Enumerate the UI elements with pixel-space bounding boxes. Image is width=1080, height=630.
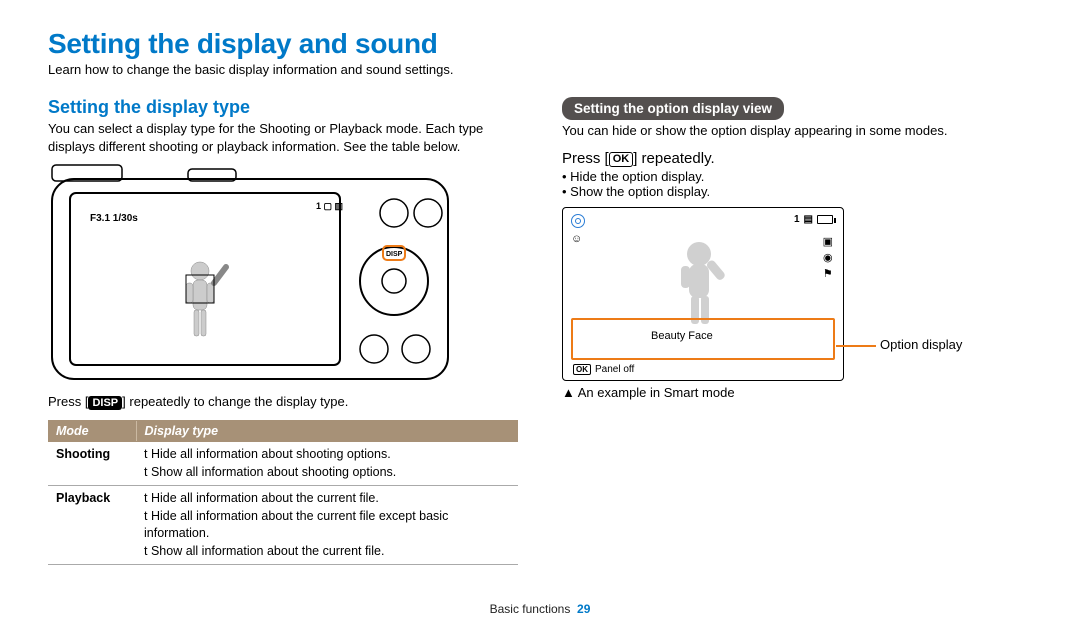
list-item: Hide the option display. [562,169,1032,184]
caption-prefix: Press [ [48,394,88,409]
smile-icon: ☺ [571,233,582,245]
option-view-desc: You can hide or show the option display … [562,122,1032,140]
right-column: Setting the option display view You can … [562,97,1032,565]
exposure-readout: F3.1 1/30s [90,213,138,224]
ok-bullets: Hide the option display. Show the option… [562,169,1032,199]
top-left-icons: ☺ [571,214,585,246]
top-right-icons: 1 ▤ [794,214,833,225]
table-row: Playback t Hide all information about th… [48,486,518,565]
subhead-display-type: Setting the display type [48,97,518,118]
panel-off-row: OK Panel off [573,364,634,375]
cell-text: Hide all information about shooting opti… [151,447,391,461]
page-title: Setting the display and sound [48,28,1032,60]
footer-page-number: 29 [577,602,590,616]
option-display-callout: Option display [880,337,962,352]
page-lead: Learn how to change the basic display in… [48,62,1032,77]
th-display-type: Display type [136,421,518,442]
table-row: Shooting t Hide all information about sh… [48,442,518,486]
svg-text:DISP: DISP [386,251,403,258]
cell-text: Show all information about shooting opti… [151,465,396,479]
sd-icon: ▤ [804,214,813,225]
footer-section: Basic functions [490,602,571,616]
svg-text:1 ▢ ▥: 1 ▢ ▥ [316,201,343,211]
caption-suffix: ] repeatedly to change the display type. [122,394,348,409]
option-view-badge: Setting the option display view [562,97,784,120]
disp-badge: DISP [88,396,122,410]
camera-icon [571,214,585,228]
th-mode: Mode [48,421,136,442]
count-readout: 1 [794,214,800,225]
mode-shooting: Shooting [48,442,136,486]
battery-icon [817,215,833,224]
press-ok-line: Press [OK] repeatedly. [562,150,1032,167]
cell-text: Hide all information about the current f… [151,491,379,505]
page-footer: Basic functions 29 [0,602,1080,616]
screen-wrap: ☺ 1 ▤ ▣◉⚑ [562,207,1032,381]
press-suffix: ] repeatedly. [633,150,714,167]
cell-text: Hide all information about the current f… [144,509,448,541]
list-item: Show the option display. [562,184,1032,199]
example-note: ▲ An example in Smart mode [562,385,1032,400]
ok-small-badge: OK [573,364,591,375]
left-column: Setting the display type You can select … [48,97,518,565]
panel-off-label: Panel off [595,364,634,375]
mode-screen: ☺ 1 ▤ ▣◉⚑ [562,207,844,381]
mode-table: Mode Display type Shooting t Hide all in… [48,420,518,565]
camera-illustration: F3.1 1/30s 1 ▢ ▥ [48,163,518,390]
press-prefix: Press [ [562,150,609,167]
ok-badge: OK [609,152,634,167]
content-columns: Setting the display type You can select … [48,97,1032,565]
mode-playback: Playback [48,486,136,565]
disp-caption: Press [DISP] repeatedly to change the di… [48,394,518,410]
camera-svg: F3.1 1/30s 1 ▢ ▥ [48,163,452,385]
child-silhouette [653,236,753,326]
option-display-rect [571,318,835,360]
cell-text: Show all information about the current f… [151,544,384,558]
callout-connector [836,345,876,347]
right-side-icons: ▣◉⚑ [823,234,833,282]
display-type-desc: You can select a display type for the Sh… [48,120,518,155]
